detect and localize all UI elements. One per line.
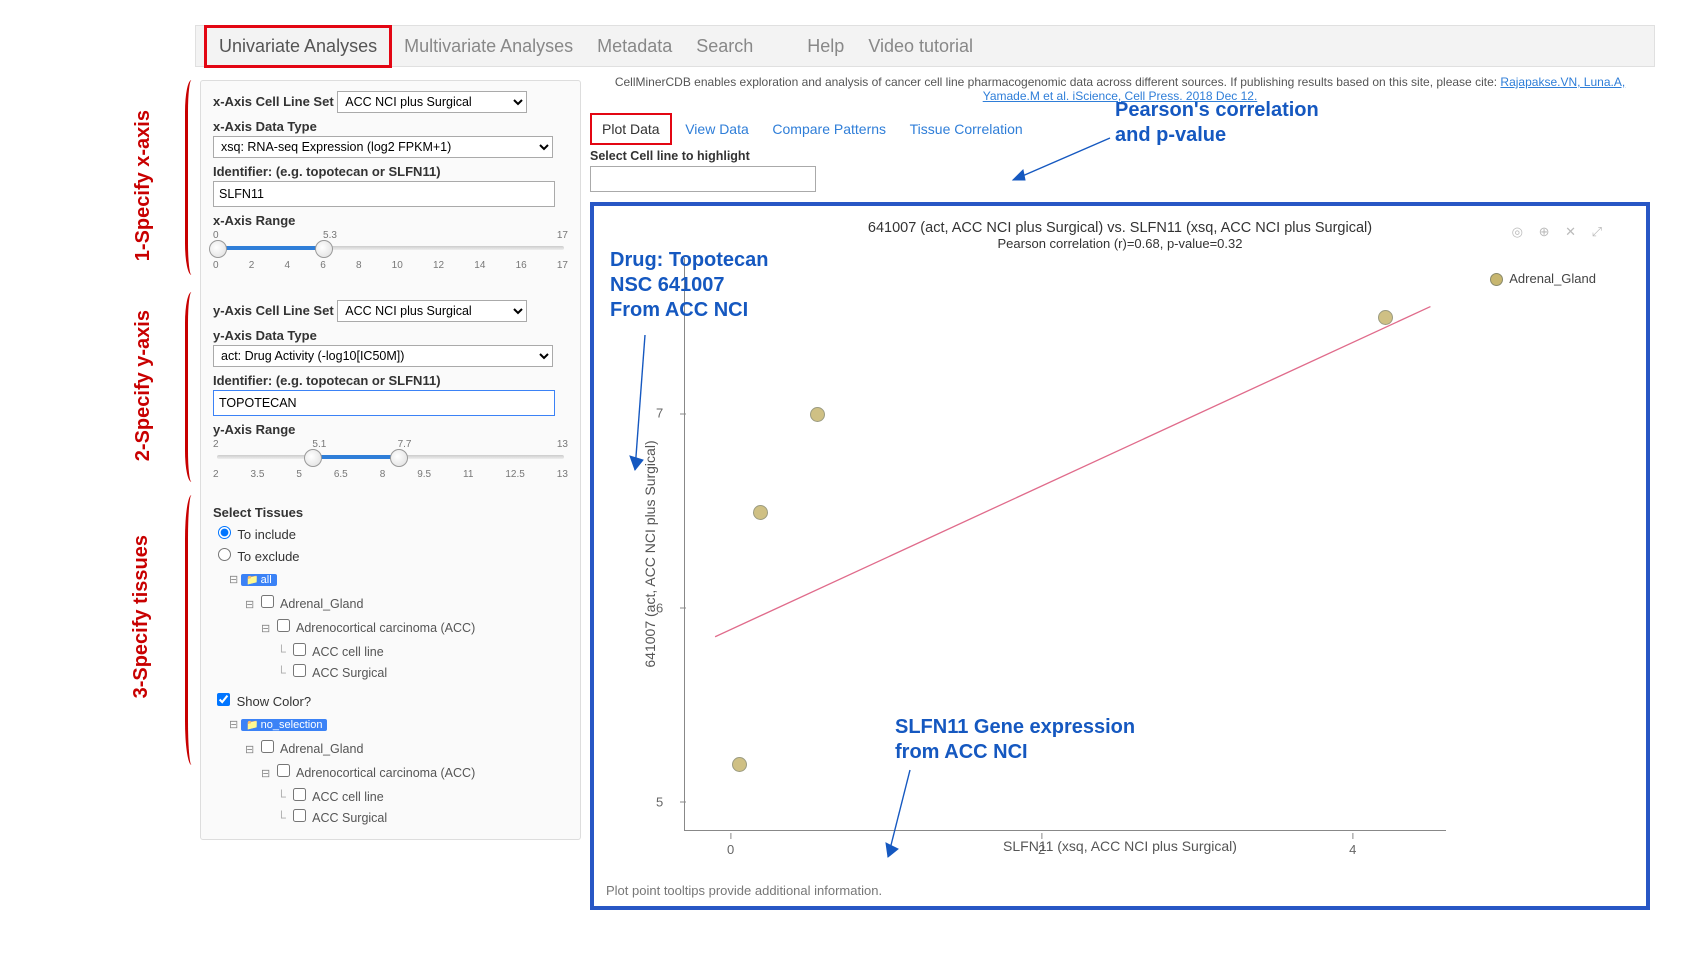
subtab-plot-data[interactable]: Plot Data [590,113,672,145]
cellhi-input[interactable] [590,166,816,192]
side-label-tissues: 3-Specify tissues [130,535,153,698]
subtab-view-data[interactable]: View Data [675,115,759,143]
legend-dot-icon [1490,273,1503,286]
brace-icon [185,495,198,765]
data-point[interactable] [753,505,768,520]
data-point[interactable] [1378,310,1393,325]
x-cellset-label: x-Axis Cell Line Set [213,94,334,109]
x-axis-label: SLFN11 (xsq, ACC NCI plus Surgical) [1003,838,1237,854]
slider-thumb-hi[interactable] [315,240,333,258]
tab-help[interactable]: Help [795,28,856,65]
top-navbar: Univariate Analyses Multivariate Analyse… [195,25,1655,67]
y-ident-input[interactable] [213,390,555,416]
slider-thumb-hi[interactable] [390,449,408,467]
slider-thumb-lo[interactable] [304,449,322,467]
radio-include[interactable] [218,526,231,539]
brace-icon [185,80,198,275]
x-ident-label: Identifier: (e.g. topotecan or SLFN11) [213,164,441,179]
anno-slfn: SLFN11 Gene expressionfrom ACC NCI [895,715,1135,765]
chk-acc-surg[interactable] [293,664,306,677]
side-label-y: 2-Specify y-axis [132,310,155,461]
plot-toolbar[interactable]: ◎ ⊕ ✕ ⤢ [1512,224,1608,240]
chk-show-color[interactable] [217,693,230,706]
y-range-slider[interactable]: 25.17.713 23.556.589.51112.513 [213,441,568,491]
plot-legend: Adrenal_Gland [1490,271,1596,286]
plot-footer: Plot point tooltips provide additional i… [606,883,882,898]
x-ident-input[interactable] [213,181,555,207]
brace-icon [185,292,198,482]
y-datatype-label: y-Axis Data Type [213,328,317,343]
y-datatype-select[interactable]: act: Drug Activity (-log10[IC50M]) [213,345,553,367]
y-cellset-label: y-Axis Cell Line Set [213,303,334,318]
y-range-label: y-Axis Range [213,422,295,437]
tab-video[interactable]: Video tutorial [856,28,985,65]
tissue-tree-include[interactable]: all Adrenal_Gland Adrenocortical carcino… [213,570,568,682]
side-label-x: 1-Specify x-axis [132,110,155,261]
chk-acc[interactable] [277,619,290,632]
anno-pearson: Pearson's correlationand p-value [1115,98,1319,148]
x-range-slider[interactable]: 05.317 024681012141617 [213,232,568,282]
tab-metadata[interactable]: Metadata [585,28,684,65]
cellhi-label: Select Cell line to highlight [590,149,1650,163]
config-panel: x-Axis Cell Line Set ACC NCI plus Surgic… [200,80,581,840]
x-datatype-label: x-Axis Data Type [213,119,317,134]
radio-exclude[interactable] [218,548,231,561]
x-cellset-select[interactable]: ACC NCI plus Surgical [337,91,527,113]
tab-univariate[interactable]: Univariate Analyses [204,25,392,68]
chk-acc-line[interactable] [293,643,306,656]
y-ident-label: Identifier: (e.g. topotecan or SLFN11) [213,373,441,388]
tissues-header: Select Tissues [213,505,568,520]
tissue-tree-color[interactable]: no_selection Adrenal_Gland Adrenocortica… [213,715,568,827]
tree-root-nosel: no_selection [241,719,327,731]
y-cellset-select[interactable]: ACC NCI plus Surgical [337,300,527,322]
slider-thumb-lo[interactable] [209,240,227,258]
plot-title: 641007 (act, ACC NCI plus Surgical) vs. … [614,220,1626,236]
tab-multivariate[interactable]: Multivariate Analyses [392,28,585,65]
x-range-label: x-Axis Range [213,213,295,228]
chk-adrenal[interactable] [261,595,274,608]
x-datatype-select[interactable]: xsq: RNA-seq Expression (log2 FPKM+1) [213,136,553,158]
subtab-compare[interactable]: Compare Patterns [762,115,896,143]
anno-drug: Drug: TopotecanNSC 641007From ACC NCI [610,248,769,323]
tree-root-all: all [241,574,276,586]
tab-search[interactable]: Search [684,28,765,65]
